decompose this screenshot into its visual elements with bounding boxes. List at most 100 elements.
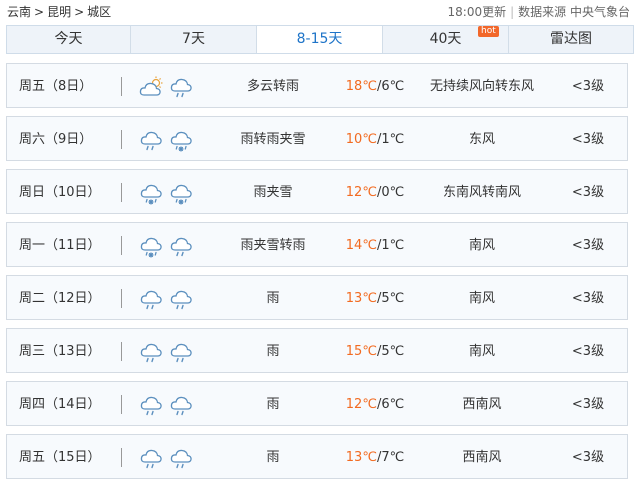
- temperature: 12℃/0℃: [332, 170, 418, 215]
- rain-icon: [169, 290, 199, 309]
- temp-low: /6℃: [376, 79, 405, 94]
- wind-direction: 东南风转南风: [442, 185, 521, 200]
- weather-icons: [139, 329, 219, 374]
- breadcrumb-district[interactable]: 城区: [87, 5, 111, 19]
- breadcrumb-province[interactable]: 云南: [7, 5, 31, 19]
- temp-low: /5℃: [376, 291, 405, 306]
- update-time: 18:00更新: [447, 5, 507, 19]
- forecast-day: 周一（11日）: [19, 238, 101, 253]
- breadcrumb: 云南 > 昆明 > 城区: [7, 0, 111, 24]
- temperature: 10℃/1℃: [332, 117, 418, 162]
- forecast-day: 周五（8日）: [19, 79, 93, 94]
- wind-direction: 西南风: [462, 397, 502, 412]
- forecast-row: 周二（12日） 雨 13℃/5℃ 南风 <3级: [6, 275, 628, 320]
- wind-level: <3级: [571, 185, 605, 200]
- temp-high: 13℃: [345, 291, 377, 306]
- weather-icons: [139, 382, 219, 427]
- tab-radar[interactable]: 雷达图: [509, 26, 633, 53]
- temp-high: 15℃: [345, 344, 377, 359]
- temp-high: 10℃: [345, 132, 377, 147]
- tab-8-15-days[interactable]: 8-15天: [257, 26, 383, 53]
- update-info: 18:00更新 | 数据来源 中央气象台: [448, 0, 630, 24]
- weather-description: 雨夹雪转雨: [240, 238, 306, 253]
- forecast-row: 周四（14日） 雨 12℃/6℃ 西南风 <3级: [6, 381, 628, 426]
- row-divider: [121, 236, 122, 255]
- temperature: 18℃/6℃: [332, 64, 418, 109]
- temp-high: 18℃: [345, 79, 377, 94]
- temp-low: /1℃: [376, 132, 405, 147]
- breadcrumb-separator: >: [74, 5, 85, 19]
- rain-icon: [169, 449, 199, 468]
- weather-description: 雨: [266, 450, 280, 465]
- wind-level: <3级: [571, 238, 605, 253]
- rain-icon: [139, 290, 169, 309]
- weather-description: 多云转雨: [246, 79, 299, 94]
- forecast-day: 周日（10日）: [19, 185, 101, 200]
- weather-icons: [139, 64, 219, 109]
- tab-today[interactable]: 今天: [7, 26, 131, 53]
- sleet-icon: [169, 131, 199, 152]
- row-divider: [121, 183, 122, 202]
- rain-icon: [139, 343, 169, 362]
- temp-high: 13℃: [345, 450, 377, 465]
- forecast-day: 周五（15日）: [19, 450, 101, 465]
- row-divider: [121, 342, 122, 361]
- weather-description: 雨夹雪: [253, 185, 293, 200]
- rain-icon: [169, 78, 199, 97]
- weather-icons: [139, 276, 219, 321]
- temperature: 14℃/1℃: [332, 223, 418, 268]
- wind-direction: 西南风: [462, 450, 502, 465]
- temperature: 13℃/7℃: [332, 435, 418, 480]
- update-divider: |: [510, 5, 515, 19]
- row-divider: [121, 289, 122, 308]
- wind-direction: 南风: [468, 344, 495, 359]
- forecast-day: 周二（12日）: [19, 291, 101, 306]
- temperature: 15℃/5℃: [332, 329, 418, 374]
- rain-icon: [139, 131, 169, 150]
- breadcrumb-separator: >: [34, 5, 45, 19]
- temperature: 13℃/5℃: [332, 276, 418, 321]
- forecast-row: 周三（13日） 雨 15℃/5℃ 南风 <3级: [6, 328, 628, 373]
- temp-low: /6℃: [376, 397, 405, 412]
- forecast-row: 周日（10日） 雨夹雪 12℃/0℃ 东南风转南风 <3级: [6, 169, 628, 214]
- weather-description: 雨: [266, 291, 280, 306]
- rain-icon: [139, 396, 169, 415]
- breadcrumb-city[interactable]: 昆明: [47, 5, 71, 19]
- data-source: 数据来源 中央气象台: [518, 5, 630, 19]
- rain-icon: [169, 396, 199, 415]
- tab-7-days[interactable]: 7天: [131, 26, 257, 53]
- hot-badge: hot: [478, 26, 499, 37]
- wind-direction: 南风: [468, 238, 495, 253]
- row-divider: [121, 448, 122, 467]
- temp-low: /1℃: [376, 238, 405, 253]
- weather-description: 雨转雨夹雪: [240, 132, 306, 147]
- sleet-icon: [169, 184, 199, 205]
- forecast-day: 周六（9日）: [19, 132, 93, 147]
- forecast-tabs: 今天 7天 8-15天 40天 hot 雷达图: [6, 25, 634, 54]
- row-divider: [121, 395, 122, 414]
- wind-direction: 南风: [468, 291, 495, 306]
- weather-icons: [139, 223, 219, 268]
- forecast-row: 周一（11日） 雨夹雪转雨 14℃/1℃ 南风 <3级: [6, 222, 628, 267]
- weather-icons: [139, 435, 219, 480]
- temp-high: 12℃: [345, 185, 377, 200]
- row-divider: [121, 130, 122, 149]
- forecast-day: 周三（13日）: [19, 344, 101, 359]
- wind-level: <3级: [571, 132, 605, 147]
- wind-level: <3级: [571, 79, 605, 94]
- forecast-row: 周五（15日） 雨 13℃/7℃ 西南风 <3级: [6, 434, 628, 479]
- row-divider: [121, 77, 122, 96]
- tab-40-days-label: 40天: [429, 31, 462, 47]
- temp-low: /7℃: [376, 450, 405, 465]
- sleet-icon: [139, 184, 169, 205]
- weather-icons: [139, 170, 219, 215]
- rain-icon: [139, 449, 169, 468]
- temp-high: 12℃: [345, 397, 377, 412]
- wind-level: <3级: [571, 344, 605, 359]
- rain-icon: [169, 237, 199, 256]
- wind-level: <3级: [571, 397, 605, 412]
- wind-direction: 东风: [468, 132, 495, 147]
- temp-high: 14℃: [345, 238, 377, 253]
- tab-40-days[interactable]: 40天 hot: [383, 26, 509, 53]
- wind-level: <3级: [571, 450, 605, 465]
